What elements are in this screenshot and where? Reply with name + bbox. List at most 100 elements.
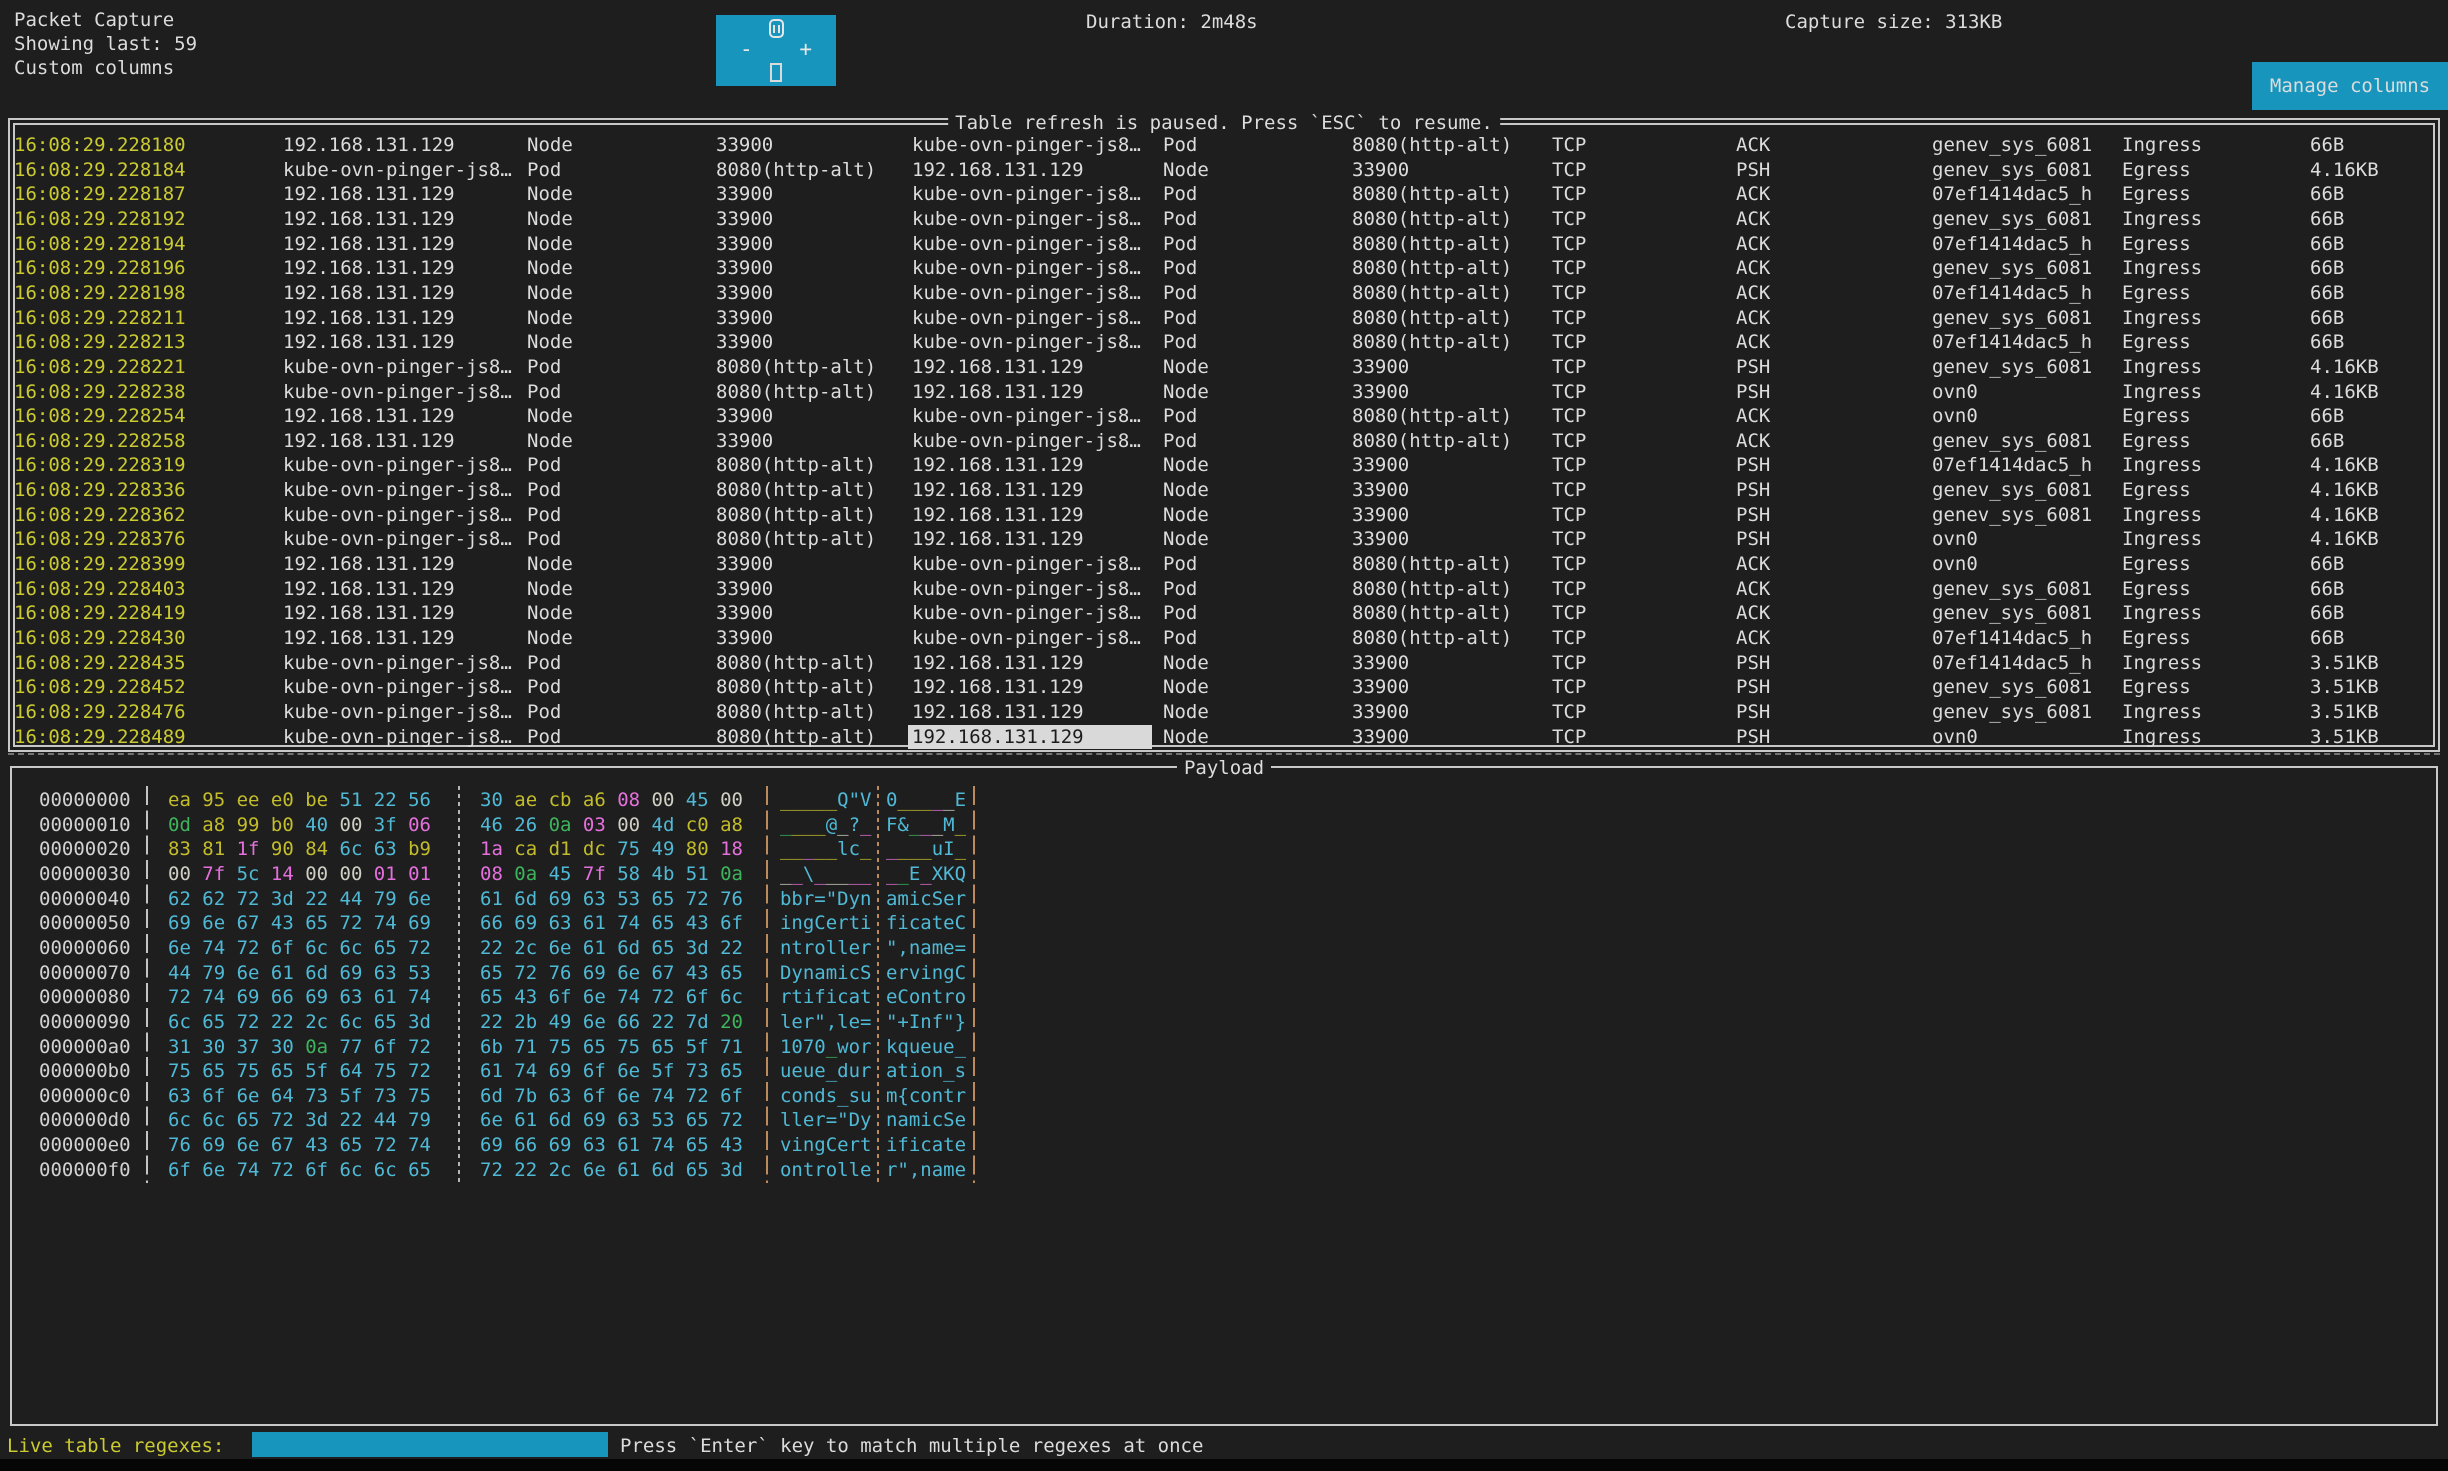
- cell-proto[interactable]: TCP: [1552, 256, 1586, 280]
- cell-proto[interactable]: TCP: [1552, 577, 1586, 601]
- cell-src-kind[interactable]: Pod: [527, 355, 561, 379]
- cell-src-port[interactable]: 8080(http-alt): [716, 527, 876, 551]
- cell-flags[interactable]: ACK: [1736, 133, 1770, 157]
- cell-dst[interactable]: 192.168.131.129: [912, 380, 1084, 404]
- cell-src[interactable]: 192.168.131.129: [283, 404, 455, 428]
- cell-time[interactable]: 16:08:29.228213: [14, 330, 186, 354]
- cell-src[interactable]: kube-ovn-pinger-js8…: [283, 503, 512, 527]
- cell-dir[interactable]: Egress: [2122, 552, 2191, 576]
- table-row[interactable]: 16:08:29.228403192.168.131.129Node33900k…: [15, 577, 2433, 602]
- table-row[interactable]: 16:08:29.228198192.168.131.129Node33900k…: [15, 281, 2433, 306]
- cell-src-port[interactable]: 33900: [716, 626, 773, 650]
- cell-proto[interactable]: TCP: [1552, 355, 1586, 379]
- manage-columns-button[interactable]: Manage columns: [2252, 62, 2448, 110]
- cell-size[interactable]: 3.51KB: [2310, 725, 2379, 749]
- cell-iface[interactable]: genev_sys_6081: [1932, 429, 2092, 453]
- cell-flags[interactable]: ACK: [1736, 330, 1770, 354]
- cell-iface[interactable]: 07ef1414dac5_h: [1932, 651, 2092, 675]
- cell-dst[interactable]: kube-ovn-pinger-js8…: [912, 232, 1141, 256]
- cell-iface[interactable]: ovn0: [1932, 527, 1978, 551]
- table-row[interactable]: 16:08:29.228336kube-ovn-pinger-js8…Pod80…: [15, 478, 2433, 503]
- cell-dst[interactable]: 192.168.131.129: [912, 651, 1084, 675]
- cell-time[interactable]: 16:08:29.228362: [14, 503, 186, 527]
- cell-dst-port[interactable]: 33900: [1352, 651, 1409, 675]
- cell-dst[interactable]: kube-ovn-pinger-js8…: [912, 256, 1141, 280]
- cell-dst-port[interactable]: 8080(http-alt): [1352, 306, 1512, 330]
- cell-src-kind[interactable]: Node: [527, 306, 573, 330]
- cell-dst-kind[interactable]: Pod: [1163, 306, 1197, 330]
- cell-time[interactable]: 16:08:29.228196: [14, 256, 186, 280]
- table-row[interactable]: 16:08:29.228452kube-ovn-pinger-js8…Pod80…: [15, 675, 2433, 700]
- cell-proto[interactable]: TCP: [1552, 651, 1586, 675]
- cell-dst-port[interactable]: 8080(http-alt): [1352, 577, 1512, 601]
- cell-time[interactable]: 16:08:29.228336: [14, 478, 186, 502]
- cell-iface[interactable]: genev_sys_6081: [1932, 700, 2092, 724]
- cell-dst[interactable]: kube-ovn-pinger-js8…: [912, 182, 1141, 206]
- cell-dst-port[interactable]: 8080(http-alt): [1352, 256, 1512, 280]
- cell-dst-port[interactable]: 33900: [1352, 700, 1409, 724]
- cell-dst[interactable]: kube-ovn-pinger-js8…: [912, 207, 1141, 231]
- table-row[interactable]: 16:08:29.228399192.168.131.129Node33900k…: [15, 552, 2433, 577]
- cell-iface[interactable]: 07ef1414dac5_h: [1932, 330, 2092, 354]
- cell-src[interactable]: kube-ovn-pinger-js8…: [283, 355, 512, 379]
- cell-src[interactable]: 192.168.131.129: [283, 601, 455, 625]
- cell-iface[interactable]: genev_sys_6081: [1932, 306, 2092, 330]
- cell-src-port[interactable]: 8080(http-alt): [716, 453, 876, 477]
- cell-proto[interactable]: TCP: [1552, 404, 1586, 428]
- cell-flags[interactable]: ACK: [1736, 207, 1770, 231]
- cell-dst[interactable]: kube-ovn-pinger-js8…: [912, 626, 1141, 650]
- cell-dir[interactable]: Ingress: [2122, 256, 2202, 280]
- cell-flags[interactable]: PSH: [1736, 158, 1770, 182]
- cell-flags[interactable]: PSH: [1736, 725, 1770, 749]
- cell-dst-port[interactable]: 33900: [1352, 478, 1409, 502]
- table-row[interactable]: 16:08:29.228430192.168.131.129Node33900k…: [15, 626, 2433, 651]
- cell-dst-kind[interactable]: Pod: [1163, 256, 1197, 280]
- cell-src-kind[interactable]: Node: [527, 133, 573, 157]
- cell-time[interactable]: 16:08:29.228258: [14, 429, 186, 453]
- cell-flags[interactable]: ACK: [1736, 626, 1770, 650]
- cell-proto[interactable]: TCP: [1552, 552, 1586, 576]
- cell-src-port[interactable]: 8080(http-alt): [716, 380, 876, 404]
- cell-time[interactable]: 16:08:29.228419: [14, 601, 186, 625]
- table-row[interactable]: 16:08:29.228258192.168.131.129Node33900k…: [15, 429, 2433, 454]
- table-row[interactable]: 16:08:29.228187192.168.131.129Node33900k…: [15, 182, 2433, 207]
- cell-dir[interactable]: Egress: [2122, 577, 2191, 601]
- cell-src-port[interactable]: 33900: [716, 404, 773, 428]
- unknown-glyph-icon[interactable]: [770, 63, 782, 82]
- cell-src[interactable]: kube-ovn-pinger-js8…: [283, 380, 512, 404]
- cell-src-kind[interactable]: Node: [527, 182, 573, 206]
- cell-dir[interactable]: Ingress: [2122, 700, 2202, 724]
- table-row[interactable]: 16:08:29.228319kube-ovn-pinger-js8…Pod80…: [15, 453, 2433, 478]
- cell-src-kind[interactable]: Node: [527, 330, 573, 354]
- cell-size[interactable]: 4.16KB: [2310, 527, 2379, 551]
- cell-size[interactable]: 4.16KB: [2310, 158, 2379, 182]
- cell-src-kind[interactable]: Node: [527, 552, 573, 576]
- cell-iface[interactable]: genev_sys_6081: [1932, 577, 2092, 601]
- cell-dir[interactable]: Egress: [2122, 404, 2191, 428]
- cell-src-kind[interactable]: Node: [527, 207, 573, 231]
- cell-src-kind[interactable]: Pod: [527, 675, 561, 699]
- cell-dst[interactable]: 192.168.131.129: [908, 725, 1152, 749]
- cell-proto[interactable]: TCP: [1552, 281, 1586, 305]
- cell-dir[interactable]: Egress: [2122, 626, 2191, 650]
- cell-flags[interactable]: ACK: [1736, 404, 1770, 428]
- cell-src[interactable]: 192.168.131.129: [283, 552, 455, 576]
- cell-dir[interactable]: Egress: [2122, 281, 2191, 305]
- cell-dst-port[interactable]: 33900: [1352, 158, 1409, 182]
- table-row[interactable]: 16:08:29.228476kube-ovn-pinger-js8…Pod80…: [15, 700, 2433, 725]
- cell-src[interactable]: kube-ovn-pinger-js8…: [283, 651, 512, 675]
- cell-flags[interactable]: PSH: [1736, 700, 1770, 724]
- cell-dst-port[interactable]: 33900: [1352, 453, 1409, 477]
- cell-src[interactable]: 192.168.131.129: [283, 626, 455, 650]
- cell-dst-kind[interactable]: Node: [1163, 700, 1209, 724]
- cell-src[interactable]: 192.168.131.129: [283, 281, 455, 305]
- cell-dst-kind[interactable]: Node: [1163, 380, 1209, 404]
- cell-time[interactable]: 16:08:29.228319: [14, 453, 186, 477]
- cell-time[interactable]: 16:08:29.228435: [14, 651, 186, 675]
- table-row[interactable]: 16:08:29.228254192.168.131.129Node33900k…: [15, 404, 2433, 429]
- cell-time[interactable]: 16:08:29.228187: [14, 182, 186, 206]
- cell-iface[interactable]: ovn0: [1932, 552, 1978, 576]
- cell-dst[interactable]: 192.168.131.129: [912, 478, 1084, 502]
- cell-dst-port[interactable]: 8080(http-alt): [1352, 552, 1512, 576]
- cell-time[interactable]: 16:08:29.228452: [14, 675, 186, 699]
